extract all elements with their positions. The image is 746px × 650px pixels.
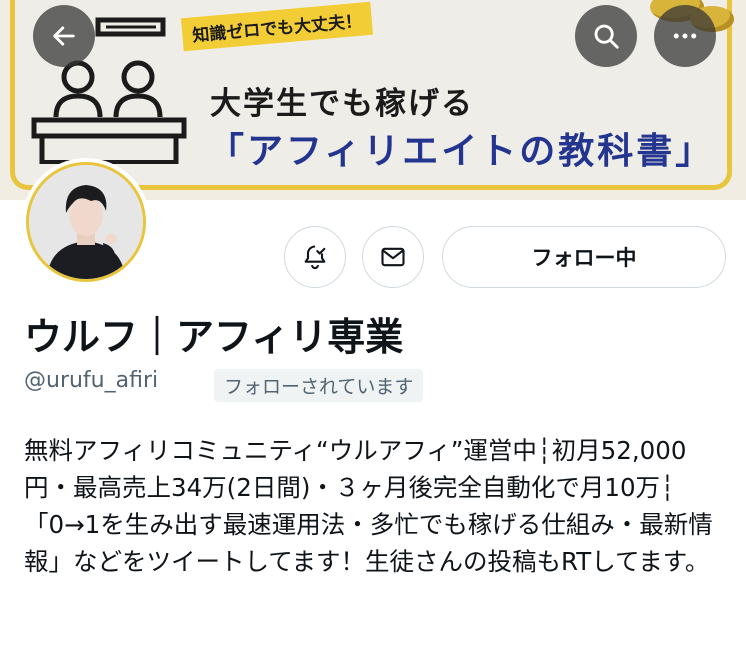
back-button[interactable] — [33, 5, 95, 67]
arrow-left-icon — [53, 26, 75, 46]
more-button[interactable] — [654, 5, 716, 67]
avatar-image — [26, 162, 146, 282]
more-horizontal-icon — [673, 33, 697, 39]
mail-icon — [381, 247, 405, 267]
notifications-button[interactable] — [284, 226, 346, 288]
banner-headline-1: 大学生でも稼げる — [210, 86, 474, 122]
bell-check-icon — [304, 245, 326, 270]
display-name: ウルフ｜アフィリ専業 — [24, 315, 404, 359]
search-icon — [594, 24, 619, 49]
follows-you-badge: フォローされています — [214, 369, 424, 402]
profile-bio: 無料アフィリコミュニティ“ウルアフィ”運営中┆初月52,000円・最高売上34万… — [24, 436, 713, 576]
search-button[interactable] — [575, 5, 637, 67]
following-button[interactable]: フォロー中 — [442, 226, 726, 288]
avatar[interactable] — [22, 158, 150, 286]
banner-headline-2: 「アフィリエイトの教科書」 — [208, 131, 715, 172]
user-handle: @urufu_afiri — [24, 368, 159, 393]
message-button[interactable] — [362, 226, 424, 288]
